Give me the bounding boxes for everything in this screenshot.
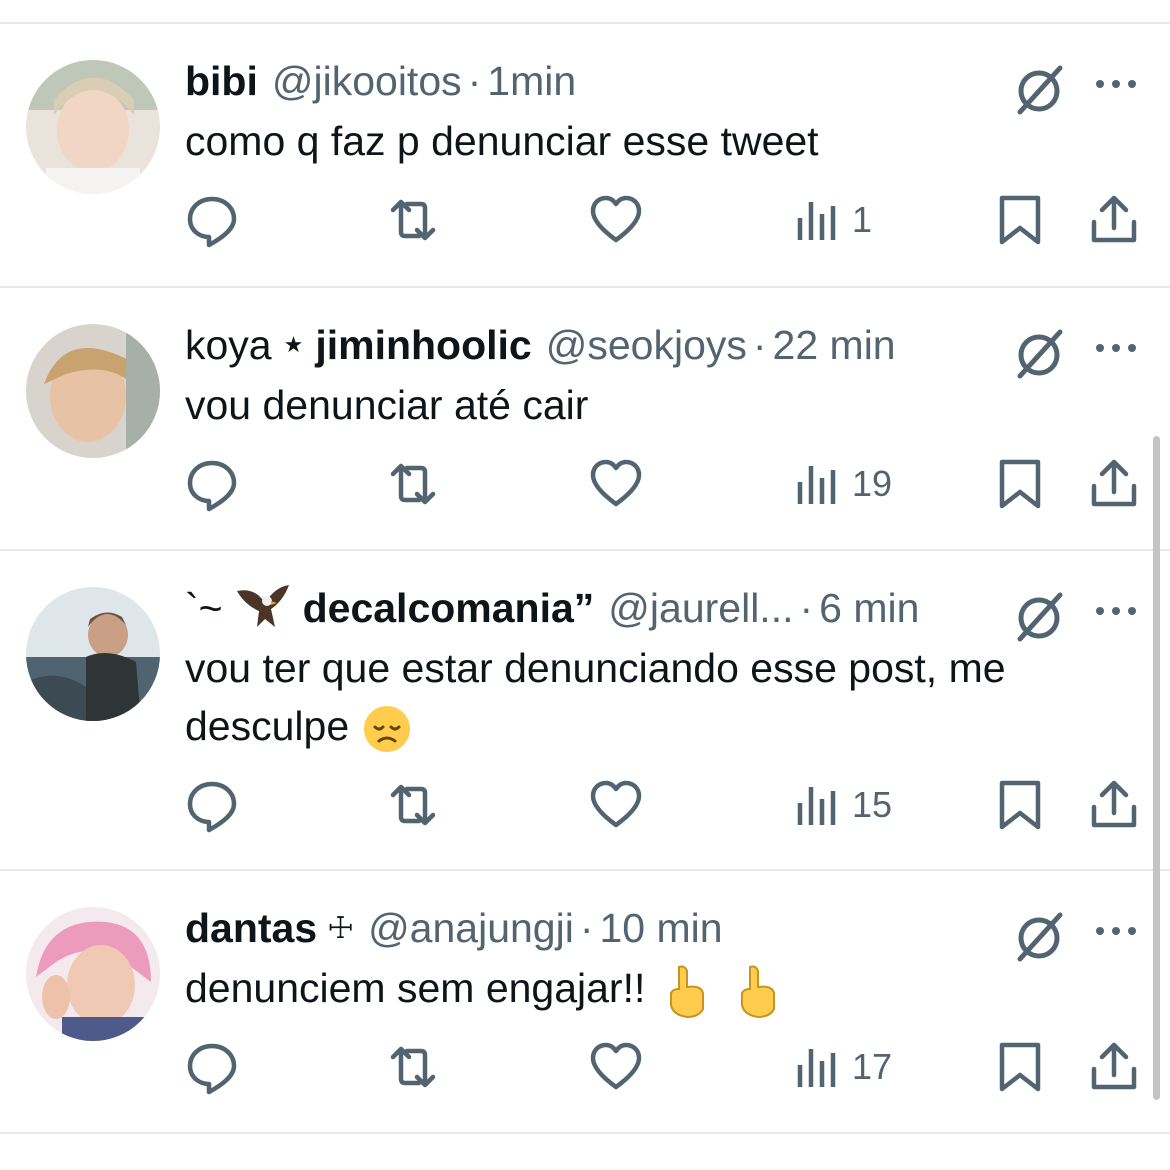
views-icon	[797, 1049, 836, 1087]
reply-tweet[interactable]: dantas ☩ @anajungji · 10 min denunciem s…	[0, 871, 1170, 1133]
separator-dot: ·	[467, 57, 482, 104]
handle[interactable]: @anajungji	[368, 905, 574, 952]
tweet-header: dantas ☩ @anajungji · 10 min	[185, 903, 723, 953]
views-icon	[797, 787, 836, 825]
views-icon	[797, 466, 836, 504]
share-icon[interactable]	[1086, 192, 1142, 248]
display-name-prefix[interactable]: `~	[185, 585, 223, 632]
separator-dot: ·	[579, 904, 594, 951]
avatar[interactable]	[26, 907, 160, 1041]
reply-tweet[interactable]: koya ★ jiminhoolic @seokjoys · 22 min vo…	[0, 288, 1170, 550]
reply-icon[interactable]	[184, 192, 240, 248]
grok-icon[interactable]	[1010, 60, 1068, 118]
grok-icon[interactable]	[1010, 324, 1068, 382]
tweet-divider	[0, 1132, 1170, 1134]
more-icon[interactable]	[1092, 911, 1140, 951]
views-count: 1	[852, 199, 873, 240]
tweet-text-content: denunciem sem engajar!!	[185, 965, 646, 1011]
reply-icon[interactable]	[184, 1039, 240, 1095]
retweet-icon[interactable]	[385, 1039, 441, 1095]
heart-icon[interactable]	[588, 1039, 644, 1095]
reply-tweet[interactable]: bibi @jikooitos · 1min como q faz p denu…	[0, 24, 1170, 286]
heart-icon[interactable]	[588, 192, 644, 248]
more-icon[interactable]	[1092, 591, 1140, 631]
heart-icon[interactable]	[588, 456, 644, 512]
disappointed-face-emoji-icon	[363, 706, 410, 753]
avatar[interactable]	[26, 587, 160, 721]
bookmark-icon[interactable]	[992, 777, 1048, 833]
avatar[interactable]	[26, 324, 160, 458]
reply-icon[interactable]	[184, 777, 240, 833]
tweet-text: denunciem sem engajar!!	[185, 959, 1115, 1019]
display-name[interactable]: bibi	[185, 58, 258, 105]
retweet-icon[interactable]	[385, 192, 441, 248]
tweet-header: bibi @jikooitos · 1min	[185, 56, 576, 106]
display-name-prefix[interactable]: koya	[185, 322, 272, 369]
timestamp[interactable]: 1min	[487, 58, 576, 105]
tweet-text-content: vou ter que estar denunciando esse post,…	[185, 645, 1006, 749]
retweet-icon[interactable]	[385, 777, 441, 833]
display-name[interactable]: jiminhoolic	[315, 322, 531, 369]
separator-dot: ·	[752, 321, 767, 368]
views-stat[interactable]: 17	[796, 1039, 892, 1095]
tweet-text: vou denunciar até cair	[185, 382, 589, 428]
reply-tweet[interactable]: `~ decalcomania” @jaurell... · 6 min vou…	[0, 551, 1170, 869]
scrollbar[interactable]	[1153, 436, 1160, 1100]
display-name[interactable]: dantas	[185, 905, 317, 952]
display-name[interactable]: decalcomania”	[303, 585, 595, 632]
timestamp[interactable]: 6 min	[819, 585, 919, 632]
handle[interactable]: @jikooitos	[272, 58, 462, 105]
views-stat[interactable]: 1	[796, 192, 872, 248]
heart-icon[interactable]	[588, 777, 644, 833]
tweet-header: koya ★ jiminhoolic @seokjoys · 22 min	[185, 320, 896, 370]
handle[interactable]: @jaurell...	[608, 585, 793, 632]
tweet-text: como q faz p denunciar esse tweet	[185, 118, 819, 164]
views-stat[interactable]: 15	[796, 777, 892, 833]
share-icon[interactable]	[1086, 777, 1142, 833]
avatar[interactable]	[26, 60, 160, 194]
views-count: 15	[852, 784, 893, 825]
retweet-icon[interactable]	[385, 456, 441, 512]
timestamp[interactable]: 22 min	[773, 322, 896, 369]
reply-icon[interactable]	[184, 456, 240, 512]
grok-icon[interactable]	[1010, 907, 1068, 965]
timestamp[interactable]: 10 min	[599, 905, 722, 952]
share-icon[interactable]	[1086, 456, 1142, 512]
tweet-text: vou ter que estar denunciando esse post,…	[185, 639, 1115, 755]
point-up-emoji-icon	[669, 965, 704, 1019]
views-count: 19	[852, 463, 893, 504]
point-up-emoji-icon	[741, 965, 776, 1019]
more-icon[interactable]	[1092, 64, 1140, 104]
star-icon: ★	[283, 332, 304, 357]
views-icon	[797, 202, 836, 240]
bookmark-icon[interactable]	[992, 192, 1048, 248]
eagle-emoji-icon	[236, 585, 289, 627]
handle[interactable]: @seokjoys	[546, 322, 747, 369]
share-icon[interactable]	[1086, 1039, 1142, 1095]
cross-badge: ☩	[327, 911, 355, 945]
bookmark-icon[interactable]	[992, 1039, 1048, 1095]
views-count: 17	[852, 1046, 893, 1087]
grok-icon[interactable]	[1010, 587, 1068, 645]
more-icon[interactable]	[1092, 328, 1140, 368]
separator-dot: ·	[799, 584, 814, 631]
tweet-header: `~ decalcomania” @jaurell... · 6 min	[185, 583, 919, 633]
bookmark-icon[interactable]	[992, 456, 1048, 512]
views-stat[interactable]: 19	[796, 456, 892, 512]
